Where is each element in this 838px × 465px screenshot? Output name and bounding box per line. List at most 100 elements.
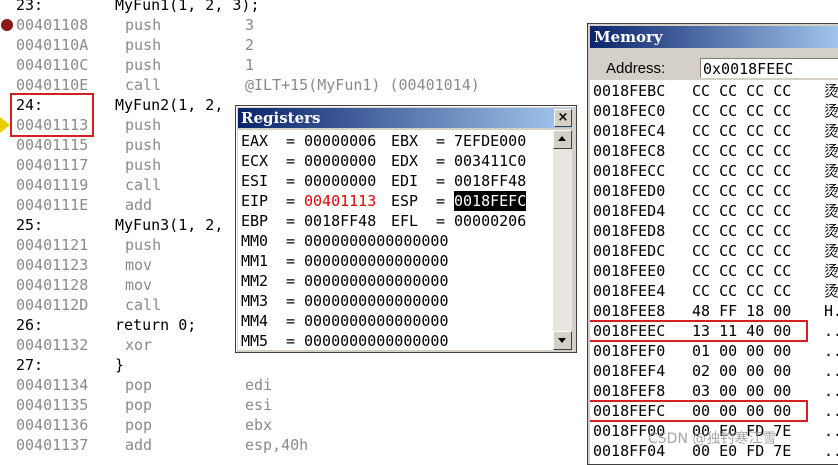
memory-bytes: CC CC CC CC — [692, 142, 792, 160]
memory-row[interactable]: 0018FEC4 CC CC CC CC 烫 — [593, 121, 838, 141]
register-value[interactable]: 0000000000000000 — [304, 331, 449, 350]
memory-address: 0018FEE0 — [593, 262, 666, 280]
register-name: EDX — [391, 152, 419, 170]
source-code: } — [115, 356, 125, 374]
register-value[interactable]: 00000000 — [304, 151, 376, 171]
memory-address: 0018FED4 — [593, 202, 666, 220]
register-value[interactable]: 0000000000000000 — [304, 251, 449, 271]
memory-bytes: CC CC CC CC — [692, 182, 792, 200]
memory-row[interactable]: 0018FEDC CC CC CC CC 烫 — [593, 241, 838, 261]
memory-ascii: 烫 — [824, 162, 838, 180]
memory-ascii: 烫 — [824, 102, 838, 120]
memory-row[interactable]: 0018FEF0 01 00 00 00.. — [593, 341, 838, 361]
register-value[interactable]: 0018FEFC — [454, 191, 527, 211]
instruction-mnemonic: pop — [125, 416, 153, 434]
instruction-mnemonic: push — [125, 16, 162, 34]
instruction-address: 0040110A — [16, 36, 89, 54]
register-row: EAX = 00000006 EBX = 7EFDE000 — [241, 131, 553, 151]
memory-window[interactable]: Memory Address: 0x0018FEEC 0018FEBC CC CC… — [587, 23, 838, 465]
equals-sign: = — [286, 192, 296, 210]
instruction-mnemonic: push — [125, 156, 162, 174]
register-name: EDI — [391, 172, 419, 190]
instruction-operand: @ILT+15(MyFun1) (00401014) — [245, 76, 480, 94]
equals-sign: = — [286, 132, 296, 150]
source-code: MyFun3(1, 2, — [115, 216, 224, 234]
register-row: ESI = 00000000 EDI = 0018FF48 — [241, 171, 553, 191]
memory-ascii: 烫 — [824, 242, 838, 260]
instruction-operand: esp,40h — [245, 436, 309, 454]
equals-sign: = — [436, 192, 446, 210]
breakpoint-icon[interactable] — [1, 19, 13, 31]
register-value[interactable]: 7EFDE000 — [454, 131, 526, 151]
register-value[interactable]: 0000000000000000 — [304, 231, 449, 251]
memory-row[interactable]: 0018FEF8 03 00 00 00.. — [593, 381, 838, 401]
registers-scrollbar[interactable] — [553, 130, 572, 350]
register-row: ECX = 00000000 EDX = 003411C0 — [241, 151, 553, 171]
register-value[interactable]: 0000000000000000 — [304, 291, 449, 311]
line-number: 26: — [16, 316, 44, 334]
memory-ascii: 烫 — [824, 82, 838, 100]
memory-row[interactable]: 0018FED4 CC CC CC CC 烫 — [593, 201, 838, 221]
memory-row[interactable]: 0018FEC8 CC CC CC CC 烫 — [593, 141, 838, 161]
instruction-address: 00401135 — [16, 396, 89, 414]
equals-sign: = — [286, 332, 296, 350]
registers-window[interactable]: Registers × EAX = 00000006 EBX = 7EFDE000 ECX =… — [235, 105, 577, 353]
equals-sign: = — [286, 312, 296, 330]
memory-dump[interactable]: 0018FEBC CC CC CC CC 烫 0018FEC0 CC CC CC CC 烫… — [590, 80, 838, 464]
memory-bytes: CC CC CC CC — [692, 102, 792, 120]
memory-bytes: CC CC CC CC — [692, 122, 792, 140]
memory-row[interactable]: 0018FEC0 CC CC CC CC 烫 — [593, 101, 838, 121]
memory-ascii: 烫 — [824, 202, 838, 220]
register-value[interactable]: 00000206 — [454, 211, 526, 231]
scroll-down-button[interactable] — [553, 331, 572, 350]
memory-address: 0018FEC4 — [593, 122, 666, 140]
instruction-address: 00401119 — [16, 176, 89, 194]
scroll-up-button[interactable] — [553, 130, 572, 149]
instruction-mnemonic: call — [125, 176, 162, 194]
register-value[interactable]: 0018FF48 — [454, 171, 526, 191]
instruction-mnemonic: pop — [125, 376, 153, 394]
close-icon[interactable]: × — [554, 109, 572, 127]
register-value[interactable]: 00401113 — [304, 191, 376, 211]
register-name: MM5 — [241, 332, 269, 350]
memory-row[interactable]: 0018FED0 CC CC CC CC 烫 — [593, 181, 838, 201]
memory-row[interactable]: 0018FEF4 02 00 00 00.. — [593, 361, 838, 381]
memory-ascii: .. — [824, 442, 838, 460]
equals-sign: = — [286, 152, 296, 170]
memory-row[interactable]: 0018FEE4 CC CC CC CC 烫 — [593, 281, 838, 301]
register-value[interactable]: 00000000 — [304, 171, 376, 191]
memory-row[interactable]: 0018FEBC CC CC CC CC 烫 — [593, 81, 838, 101]
register-value[interactable]: 0018FF48 — [304, 211, 376, 231]
memory-title[interactable]: Memory — [590, 26, 838, 48]
memory-row[interactable]: 0018FED8 CC CC CC CC 烫 — [593, 221, 838, 241]
memory-row[interactable]: 0018FEE0 CC CC CC CC 烫 — [593, 261, 838, 281]
memory-row[interactable]: 0018FEE8 48 FF 18 00 H. — [593, 301, 838, 321]
register-name: EBP — [241, 212, 269, 230]
arrow-up-icon — [558, 136, 566, 141]
register-value[interactable]: 0000000000000000 — [304, 311, 449, 331]
registers-title[interactable]: Registers — [238, 108, 572, 128]
arrow-down-icon — [558, 338, 566, 343]
instruction-address: 00401115 — [16, 136, 89, 154]
register-row: EIP = 00401113 ESP = 0018FEFC — [241, 191, 553, 211]
memory-address: 0018FEBC — [593, 82, 666, 100]
instruction-mnemonic: call — [125, 296, 162, 314]
memory-address: 0018FED8 — [593, 222, 666, 240]
highlight-box — [10, 93, 94, 137]
address-input[interactable]: 0x0018FEEC — [700, 58, 838, 78]
register-value[interactable]: 0000000000000000 — [304, 271, 449, 291]
source-line[interactable]: 23: MyFun1(1, 2, 3); — [0, 0, 838, 15]
instruction-mnemonic: push — [125, 136, 162, 154]
memory-row[interactable]: 0018FECC CC CC CC CC 烫 — [593, 161, 838, 181]
memory-bytes: CC CC CC CC — [692, 82, 792, 100]
register-value[interactable]: 00000006 — [304, 131, 376, 151]
instruction-mnemonic: call — [125, 76, 162, 94]
memory-ascii: 烫 — [824, 182, 838, 200]
register-value[interactable]: 003411C0 — [454, 151, 526, 171]
instruction-operand: esi — [245, 396, 273, 414]
line-number: 27: — [16, 356, 44, 374]
equals-sign: = — [286, 252, 296, 270]
memory-bytes: 01 00 00 00 — [692, 342, 792, 360]
equals-sign: = — [286, 232, 296, 250]
memory-bytes: CC CC CC CC — [692, 222, 792, 240]
